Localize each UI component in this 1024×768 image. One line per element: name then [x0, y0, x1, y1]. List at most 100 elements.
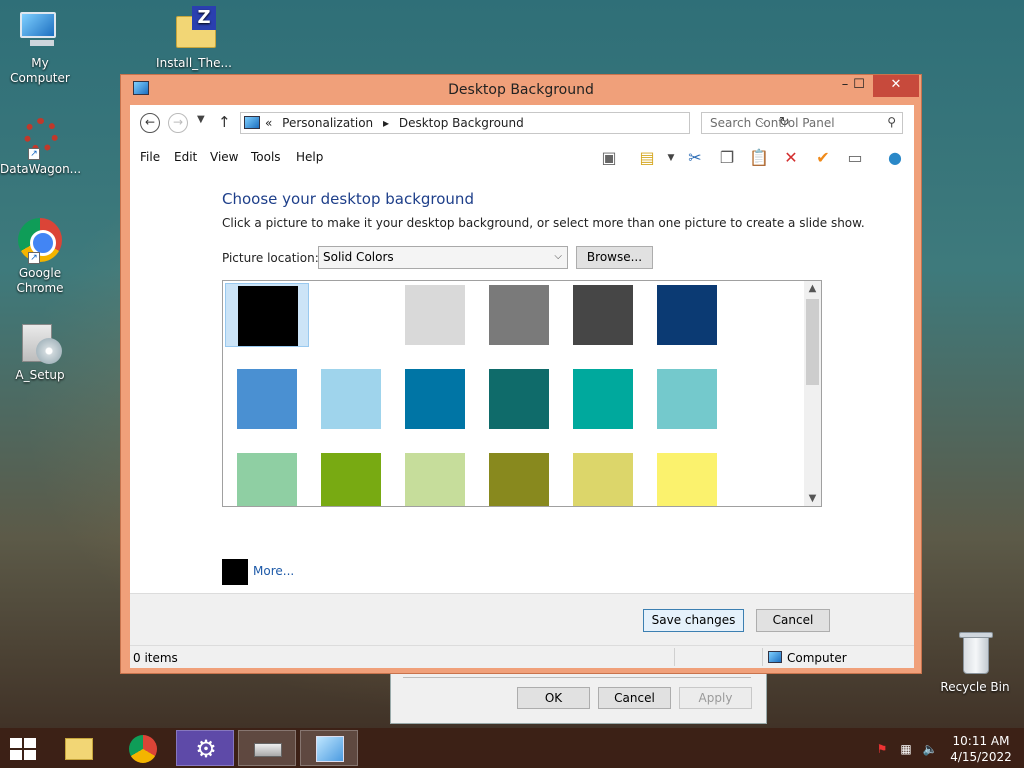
cut-icon[interactable]: ✂	[684, 147, 706, 169]
page-instructions: Click a picture to make it your desktop …	[222, 216, 865, 230]
folder-icon	[65, 738, 93, 760]
properties-icon[interactable]: ▭	[844, 147, 866, 169]
clock-date: 4/15/2022	[950, 750, 1012, 764]
taskbar-chrome[interactable]	[114, 730, 172, 766]
main-content: Choose your desktop background Click a p…	[130, 173, 914, 593]
desktop-icon-label: Google Chrome	[16, 266, 64, 295]
desktop-icon-recycle-bin[interactable]: Recycle Bin	[935, 630, 1015, 695]
taskbar-settings[interactable]: ⚙	[176, 730, 234, 766]
color-swatch-fill	[489, 285, 549, 345]
menu-edit[interactable]: Edit	[174, 150, 197, 164]
desktop-icon-chrome[interactable]: ↗ Google Chrome	[0, 216, 80, 296]
action-center-flag-icon[interactable]: ⚑	[874, 742, 890, 756]
forward-arrow-icon[interactable]: →	[168, 113, 188, 133]
color-swatch[interactable]	[477, 367, 561, 431]
color-swatch[interactable]	[225, 283, 309, 347]
clock-time: 10:11 AM	[952, 734, 1010, 748]
dialog-divider	[403, 677, 751, 678]
copy-icon[interactable]: ❐	[716, 147, 738, 169]
close-button[interactable]: ✕	[873, 75, 919, 97]
address-box[interactable]: « Personalization ▸ Desktop Background ⌵…	[240, 112, 790, 134]
paste-icon[interactable]: 📋	[748, 147, 770, 169]
color-swatch-fill	[657, 285, 717, 345]
color-swatch[interactable]	[645, 367, 729, 431]
status-bar: 0 items Computer	[130, 645, 914, 668]
recent-pages-chevron-icon[interactable]: ▼	[197, 114, 205, 125]
layout-pane-icon[interactable]: ▣	[598, 147, 620, 169]
color-swatch[interactable]	[225, 451, 309, 506]
dialog-footer: Save changes Cancel	[130, 593, 914, 645]
desktop-background-window: Desktop Background – ☐ ✕ ← → ▼ ↑ « Perso…	[120, 74, 922, 674]
color-swatch[interactable]	[393, 367, 477, 431]
window-client-area: ← → ▼ ↑ « Personalization ▸ Desktop Back…	[130, 105, 914, 668]
color-swatch[interactable]	[393, 283, 477, 347]
color-swatch[interactable]	[393, 451, 477, 506]
taskbar-control-panel[interactable]	[300, 730, 358, 766]
gallery-scrollbar[interactable]: ▲ ▼	[804, 281, 821, 506]
browse-button[interactable]: Browse...	[576, 246, 653, 269]
breadcrumb-desktop-background[interactable]: Desktop Background	[399, 116, 524, 130]
menu-tools[interactable]: Tools	[251, 150, 281, 164]
taskbar-file-explorer[interactable]	[50, 730, 108, 766]
picture-location-select[interactable]: Solid Colors ⌵	[318, 246, 568, 269]
folder-options-icon[interactable]: ▤	[636, 147, 658, 169]
desktop-icon-my-computer[interactable]: My Computer	[0, 6, 80, 86]
apply-button[interactable]: Apply	[679, 687, 752, 709]
search-icon[interactable]: ⚲	[887, 115, 896, 129]
color-swatch[interactable]	[309, 283, 393, 347]
color-swatch[interactable]	[477, 283, 561, 347]
windows-start-icon[interactable]	[10, 738, 38, 760]
desktop-icon-datawagon[interactable]: ↗ DataWagon...	[0, 112, 81, 177]
cancel-button[interactable]: Cancel	[756, 609, 830, 632]
search-input[interactable]: Search Control Panel ⚲	[701, 112, 903, 134]
color-swatch[interactable]	[561, 283, 645, 347]
taskbar-drive[interactable]	[238, 730, 296, 766]
scrollbar-thumb[interactable]	[806, 299, 819, 385]
current-color-swatch[interactable]	[222, 559, 248, 585]
chrome-icon	[129, 735, 157, 763]
title-bar[interactable]: Desktop Background – ☐ ✕	[121, 75, 921, 105]
delete-icon[interactable]: ✕	[780, 147, 802, 169]
breadcrumb-personalization[interactable]: Personalization	[282, 116, 373, 130]
globe-icon[interactable]: ●	[884, 147, 906, 169]
color-swatch[interactable]	[645, 451, 729, 506]
color-swatch[interactable]	[309, 367, 393, 431]
color-swatch-fill	[405, 453, 465, 506]
breadcrumb-overflow[interactable]: «	[265, 116, 272, 130]
zip-archive-icon: Z	[170, 6, 218, 54]
save-changes-button[interactable]: Save changes	[643, 609, 744, 632]
more-colors-link[interactable]: More...	[253, 564, 294, 578]
scroll-up-arrow-icon[interactable]: ▲	[804, 283, 821, 294]
dialog-cancel-button[interactable]: Cancel	[598, 687, 671, 709]
menu-file[interactable]: File	[140, 150, 160, 164]
desktop-icon-label: A_Setup	[15, 368, 65, 382]
color-swatch[interactable]	[561, 451, 645, 506]
color-swatch-fill	[489, 369, 549, 429]
color-swatch-fill	[657, 369, 717, 429]
menu-view[interactable]: View	[210, 150, 238, 164]
color-swatch[interactable]	[309, 451, 393, 506]
color-swatch[interactable]	[645, 283, 729, 347]
checkmark-icon[interactable]: ✔	[812, 147, 834, 169]
menu-help[interactable]: Help	[296, 150, 323, 164]
picture-location-label: Picture location:	[222, 251, 319, 265]
volume-muted-icon[interactable]: 🔈	[922, 742, 938, 756]
chevron-down-icon[interactable]: ▼	[660, 147, 682, 169]
ok-button[interactable]: OK	[517, 687, 590, 709]
window-title: Desktop Background	[448, 82, 594, 98]
color-swatch[interactable]	[225, 367, 309, 431]
desktop-icon-setup[interactable]: A_Setup	[0, 318, 80, 383]
network-icon[interactable]: ▦	[898, 742, 914, 756]
status-divider	[674, 648, 675, 666]
color-swatch-gallery: ▲ ▼	[222, 280, 822, 507]
back-arrow-icon[interactable]: ←	[140, 113, 160, 133]
scroll-down-arrow-icon[interactable]: ▼	[804, 493, 821, 504]
control-panel-icon	[316, 736, 344, 762]
desktop-icon-install[interactable]: Z Install_The...	[154, 6, 234, 71]
up-arrow-icon[interactable]: ↑	[218, 113, 231, 131]
maximize-button[interactable]: ☐	[845, 75, 873, 97]
system-clock[interactable]: 10:11 AM 4/15/2022	[948, 733, 1014, 765]
breadcrumb-separator[interactable]: ▸	[383, 116, 389, 130]
color-swatch[interactable]	[477, 451, 561, 506]
color-swatch[interactable]	[561, 367, 645, 431]
